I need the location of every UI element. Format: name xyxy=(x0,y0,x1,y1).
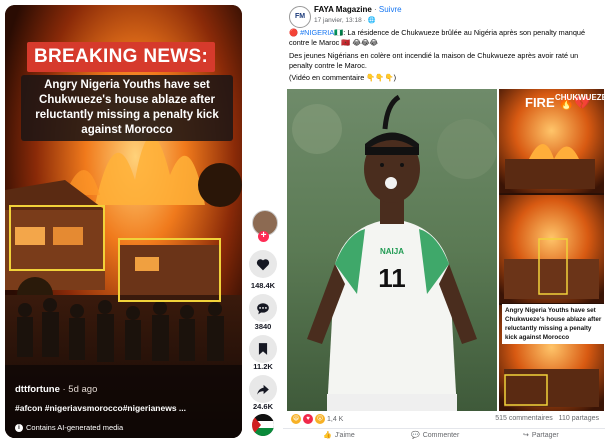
ai-generated-notice: i Contains AI-generated media xyxy=(15,423,123,432)
love-reaction-icon: ♥ xyxy=(303,414,313,424)
like-button[interactable] xyxy=(249,250,277,278)
shirt-text: NAIJA xyxy=(380,247,404,256)
share-action-label: Partager xyxy=(531,431,559,439)
like-action-button[interactable]: 👍 J'aime xyxy=(323,431,355,440)
side-headline-caption: Angry Nigeria Youths have set Chukwueze'… xyxy=(502,304,604,344)
share-button[interactable] xyxy=(249,375,277,403)
video-headline: Angry Nigeria Youths have set Chukwueze'… xyxy=(21,75,233,141)
fire-label-word: FIRE xyxy=(525,95,555,110)
comment-bubble-icon xyxy=(257,302,269,314)
player-photo[interactable]: NAIJA 11 xyxy=(287,89,497,411)
flag-thumbnail xyxy=(252,414,274,436)
globe-icon: 🌐 xyxy=(367,17,376,24)
like-action-label: J'aime xyxy=(334,431,355,439)
ai-notice-text: Contains AI-generated media xyxy=(26,423,124,432)
header-separator: · xyxy=(371,5,379,14)
author-username[interactable]: dttfortune xyxy=(15,384,60,395)
heart-icon xyxy=(256,258,270,270)
fire-thumbnail-strip[interactable]: CHUKWUEZE FIRE 🔥💔 Angry Nigeria Youths h… xyxy=(499,89,604,411)
follow-link[interactable]: Suivre xyxy=(379,5,402,14)
fire-label: CHUKWUEZE FIRE 🔥💔 xyxy=(525,93,604,111)
footballer-image: NAIJA 11 xyxy=(287,89,497,411)
post-text-line2: Des jeunes Nigérians en colère ont incen… xyxy=(289,51,579,70)
post-timestamp: 17 janvier, 13:18 · 🌐 xyxy=(314,16,376,24)
save-count: 11.2K xyxy=(253,362,273,371)
post-header: FAYA Magazine · Suivre xyxy=(314,5,402,14)
shares-count-link[interactable]: 110 partages xyxy=(559,415,599,422)
highlight-box-left-house xyxy=(9,205,105,271)
social-post: FM FAYA Magazine · Suivre 17 janvier, 13… xyxy=(283,0,605,443)
info-icon: i xyxy=(15,423,23,432)
reaction-count: 1,4 K xyxy=(327,415,344,423)
follow-plus-icon[interactable]: + xyxy=(258,231,269,242)
page-name[interactable]: FAYA Magazine xyxy=(314,5,372,14)
wow-reaction-icon: 😮 xyxy=(315,414,325,424)
video-hashtags[interactable]: #afcon #nigeriavsmorocco#nigerianews ... xyxy=(15,403,186,413)
share-action-button[interactable]: ↪ Partager xyxy=(523,431,559,440)
reaction-summary[interactable]: 😆 ♥ 😮 1,4 K xyxy=(291,414,343,424)
shirt-number: 11 xyxy=(378,263,406,293)
share-count: 24.6K xyxy=(252,402,273,411)
like-count: 148.4K xyxy=(250,281,276,290)
breaking-news-banner: BREAKING NEWS: xyxy=(27,42,216,72)
engagement-stats: 515 commentaires 110 partages xyxy=(495,415,599,422)
page-avatar[interactable]: FM xyxy=(289,6,311,28)
highlight-box-right-house xyxy=(118,238,221,302)
share-arrow-icon xyxy=(257,384,269,395)
post-action-bar: 👍 J'aime 💬 Commenter ↪ Partager xyxy=(283,428,605,443)
hashtag-link[interactable]: #NIGERIA xyxy=(300,28,334,37)
action-rail: + 148.4K 3840 11.2K 24.6K xyxy=(244,205,282,438)
fire-label-top: CHUKWUEZE xyxy=(555,93,604,102)
post-age: · 5d ago xyxy=(59,384,98,395)
post-text-line3: (Vidéo en commentaire 👇👇👇) xyxy=(289,73,397,82)
video-player[interactable]: BREAKING NEWS: Angry Nigeria Youths have… xyxy=(5,5,242,438)
comment-icon: 💬 xyxy=(411,432,420,439)
alert-prefix: 🔴 xyxy=(289,28,301,37)
comment-count: 3840 xyxy=(254,322,272,331)
post-text-line1-body: 🇳🇬: La résidence de Chukwueze brûlée au … xyxy=(289,28,586,47)
comment-action-label: Commenter xyxy=(422,431,460,439)
share-icon: ↪ xyxy=(523,432,529,439)
fire-thumbnails xyxy=(499,89,604,411)
timestamp-text: 17 janvier, 13:18 · xyxy=(314,17,368,24)
post-text-line1: 🔴 #NIGERIA🇳🇬: La résidence de Chukwueze … xyxy=(289,28,597,48)
music-disc-icon[interactable] xyxy=(252,414,274,436)
haha-reaction-icon: 😆 xyxy=(291,414,301,424)
comments-count-link[interactable]: 515 commentaires xyxy=(495,415,553,422)
comment-action-button[interactable]: 💬 Commenter xyxy=(411,431,460,440)
save-button[interactable] xyxy=(249,335,277,363)
comment-button[interactable] xyxy=(249,294,277,322)
video-author[interactable]: dttfortune · 5d ago xyxy=(15,384,97,395)
bookmark-icon xyxy=(258,343,268,355)
post-media-grid[interactable]: NAIJA 11 CHUKWUEZE FIRE 🔥💔 Angry Nigeria… xyxy=(287,89,604,411)
thumbs-up-icon: 👍 xyxy=(323,432,332,439)
